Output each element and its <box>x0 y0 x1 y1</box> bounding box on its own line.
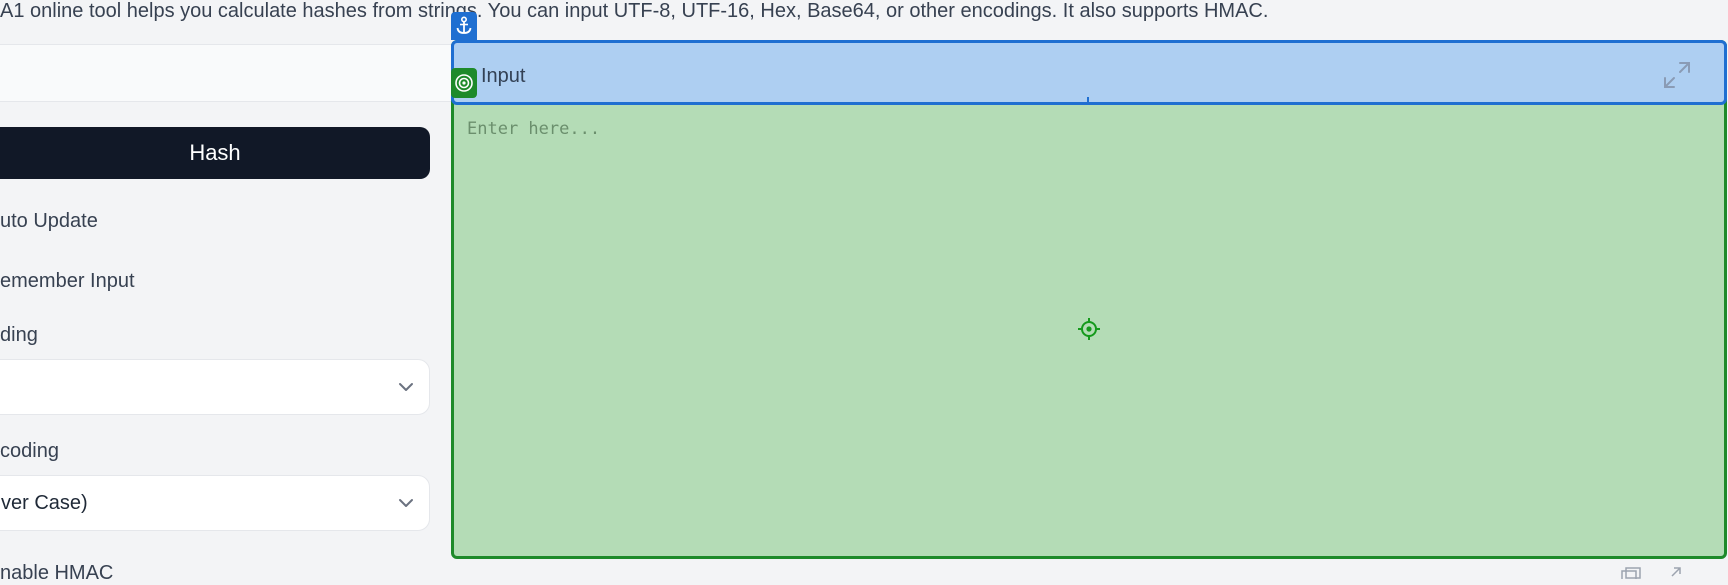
chevron-down-icon <box>399 383 413 391</box>
output-toolbar-icons[interactable] <box>1610 566 1690 579</box>
chevron-down-icon <box>399 499 413 507</box>
output-encoding-label: coding <box>0 440 59 462</box>
auto-update-label[interactable]: uto Update <box>0 210 98 233</box>
header-divider <box>1087 97 1089 105</box>
input-panel-header: Input <box>451 40 1727 105</box>
sidebar-topbar <box>0 44 452 102</box>
input-encoding-label: ding <box>0 324 38 346</box>
page-description: A1 online tool helps you calculate hashe… <box>0 0 1269 22</box>
options-sidebar: Hash uto Update emember Input ding codin… <box>0 44 452 584</box>
output-encoding-select[interactable]: ver Case) <box>0 475 430 531</box>
output-encoding-value: ver Case) <box>1 491 88 514</box>
hash-button[interactable]: Hash <box>0 127 430 179</box>
expand-icon[interactable] <box>1660 58 1694 92</box>
anchor-icon <box>451 12 477 40</box>
crosshair-icon <box>1078 318 1100 340</box>
input-panel-title: Input <box>481 65 526 87</box>
enable-hmac-label[interactable]: nable HMAC <box>0 562 113 585</box>
target-icon <box>451 68 477 98</box>
remember-input-label[interactable]: emember Input <box>0 270 135 293</box>
input-encoding-select[interactable] <box>0 359 430 415</box>
